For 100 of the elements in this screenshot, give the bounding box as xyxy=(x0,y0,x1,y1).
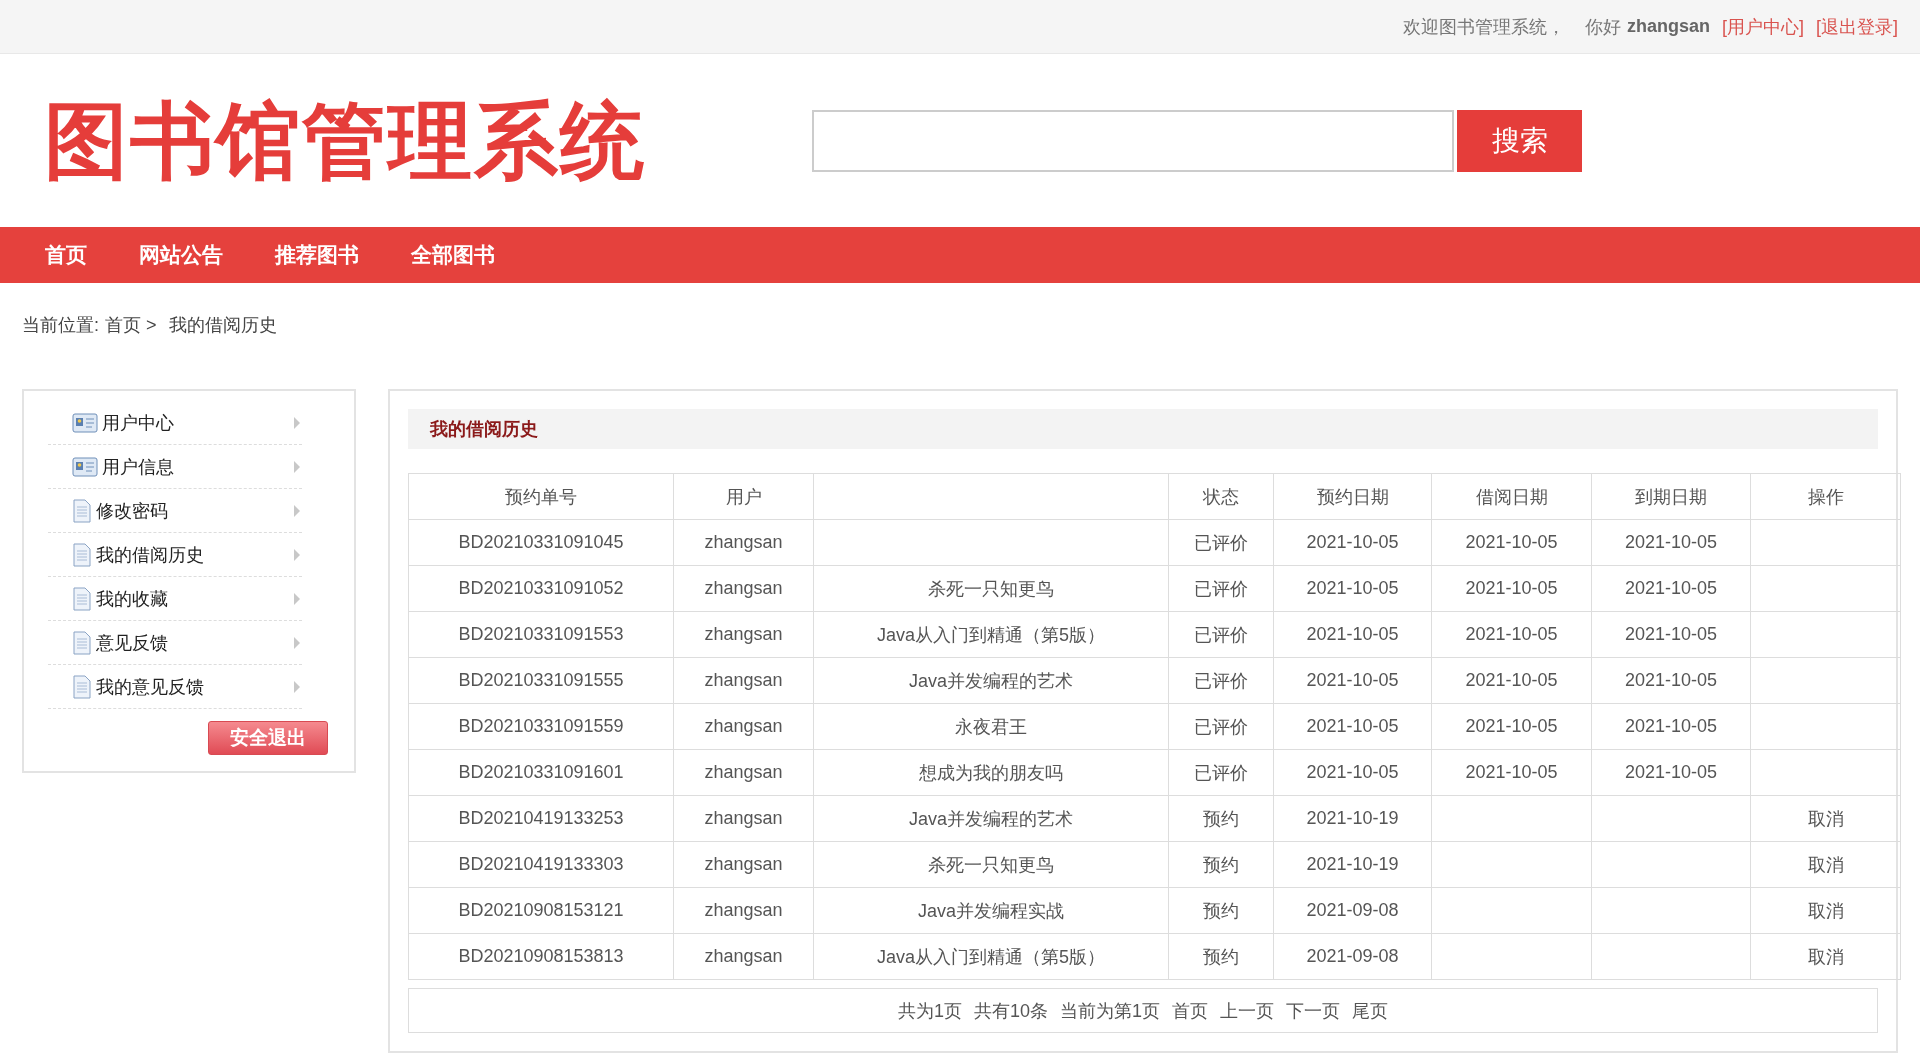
panel-title: 我的借阅历史 xyxy=(408,409,1878,449)
document-icon xyxy=(72,542,92,567)
table-cell: 预约 xyxy=(1168,933,1274,980)
id-card-icon xyxy=(72,412,98,433)
table-cell: 2021-10-05 xyxy=(1431,565,1592,612)
table-cell[interactable]: 取消 xyxy=(1750,933,1901,980)
sidebar-item[interactable]: 我的借阅历史 xyxy=(96,542,292,567)
page-link[interactable]: 上一页 xyxy=(1220,998,1275,1023)
username: zhangsan xyxy=(1626,16,1710,37)
table-cell[interactable]: 取消 xyxy=(1750,841,1901,888)
top-link[interactable]: [退出登录] xyxy=(1816,14,1898,39)
table-cell: zhangsan xyxy=(673,519,814,566)
nav-link[interactable]: 全部图书 xyxy=(411,241,495,269)
page-info: 当前为第1页 xyxy=(1060,999,1161,1023)
table-cell: zhangsan xyxy=(673,795,814,842)
table-cell: 2021-10-19 xyxy=(1273,795,1432,842)
chevron-icon xyxy=(292,459,302,474)
column-header: 到期日期 xyxy=(1591,473,1751,520)
document-icon xyxy=(72,630,92,655)
table-cell: zhangsan xyxy=(673,611,814,658)
table-cell: 2021-10-05 xyxy=(1591,703,1751,750)
table-cell: 预约 xyxy=(1168,841,1274,888)
document-icon xyxy=(72,586,92,611)
table-cell: zhangsan xyxy=(673,657,814,704)
table-cell: 想成为我的朋友吗 xyxy=(813,749,1169,796)
column-header: 借阅日期 xyxy=(1431,473,1592,520)
table-cell: 2021-10-05 xyxy=(1591,611,1751,658)
column-header: 操作 xyxy=(1750,473,1901,520)
chevron-icon xyxy=(292,635,302,650)
document-icon xyxy=(72,674,92,699)
chevron-icon xyxy=(292,503,302,518)
table-cell[interactable]: 取消 xyxy=(1750,795,1901,842)
column-header: 预约日期 xyxy=(1273,473,1432,520)
table-cell: zhangsan xyxy=(673,933,814,980)
chevron-icon xyxy=(292,415,302,430)
table-cell: 2021-10-05 xyxy=(1431,657,1592,704)
table-cell: 2021-09-08 xyxy=(1273,933,1432,980)
table-cell: 2021-10-05 xyxy=(1591,565,1751,612)
table-cell: BD20210419133253 xyxy=(408,795,674,842)
sidebar-item[interactable]: 我的意见反馈 xyxy=(96,674,292,699)
sidebar-item[interactable]: 用户中心 xyxy=(102,410,292,435)
column-header: 用户 xyxy=(673,473,814,520)
table-cell: 2021-10-05 xyxy=(1273,565,1432,612)
welcome-text: 欢迎图书管理系统， xyxy=(1402,15,1565,39)
table-cell[interactable]: 取消 xyxy=(1750,887,1901,934)
table-cell: 2021-10-05 xyxy=(1591,519,1751,566)
table-cell: 杀死一只知更鸟 xyxy=(813,565,1169,612)
page-link[interactable]: 尾页 xyxy=(1352,998,1389,1023)
table-cell: 2021-10-05 xyxy=(1431,703,1592,750)
sidebar-item[interactable]: 用户信息 xyxy=(102,454,292,479)
table-cell: Java从入门到精通（第5版） xyxy=(813,933,1169,980)
table-cell: 2021-10-05 xyxy=(1431,519,1592,566)
page-info: 共为1页 xyxy=(897,999,962,1023)
search-button[interactable]: 搜索 xyxy=(1457,109,1582,172)
table-cell: BD20210331091559 xyxy=(408,703,674,750)
breadcrumb-current: 我的借阅历史 xyxy=(168,314,277,337)
table-cell: 预约 xyxy=(1168,795,1274,842)
table-cell: zhangsan xyxy=(673,749,814,796)
table-cell: BD20210331091601 xyxy=(408,749,674,796)
table-cell: Java并发编程的艺术 xyxy=(813,795,1169,842)
table-cell: 2021-10-05 xyxy=(1273,611,1432,658)
page-link[interactable]: 首页 xyxy=(1172,998,1209,1023)
table-cell: 已评价 xyxy=(1168,703,1274,750)
table-cell: zhangsan xyxy=(673,565,814,612)
page-link[interactable]: 下一页 xyxy=(1286,998,1341,1023)
table-cell: 已评价 xyxy=(1168,749,1274,796)
breadcrumb-label: 当前位置: xyxy=(22,314,99,337)
logo: 图书馆管理系统 xyxy=(44,98,647,183)
nav-link[interactable]: 推荐图书 xyxy=(275,241,359,269)
table-cell: 2021-10-05 xyxy=(1273,749,1432,796)
table-cell: BD20210419133303 xyxy=(408,841,674,888)
table-cell: 已评价 xyxy=(1168,657,1274,704)
table-cell: 2021-10-05 xyxy=(1591,749,1751,796)
table-cell: 预约 xyxy=(1168,887,1274,934)
table-cell: zhangsan xyxy=(673,887,814,934)
column-header: 预约单号 xyxy=(408,473,674,520)
nav-link[interactable]: 网站公告 xyxy=(139,241,223,269)
table-cell: Java并发编程实战 xyxy=(813,887,1169,934)
table-cell: 2021-10-05 xyxy=(1431,749,1592,796)
table-cell: zhangsan xyxy=(673,841,814,888)
table-cell: 杀死一只知更鸟 xyxy=(813,841,1169,888)
table-cell: 已评价 xyxy=(1168,519,1274,566)
table-cell: BD20210331091045 xyxy=(408,519,674,566)
sidebar-item[interactable]: 修改密码 xyxy=(96,498,292,523)
table-cell: 已评价 xyxy=(1168,611,1274,658)
nav-link[interactable]: 首页 xyxy=(45,241,87,269)
table-cell: BD20210908153813 xyxy=(408,933,674,980)
document-icon xyxy=(72,498,92,523)
sidebar-item[interactable]: 意见反馈 xyxy=(96,630,292,655)
table-cell: Java并发编程的艺术 xyxy=(813,657,1169,704)
top-link[interactable]: [用户中心] xyxy=(1721,14,1804,39)
sidebar-item[interactable]: 我的收藏 xyxy=(96,586,292,611)
page-info: 共有10条 xyxy=(974,999,1048,1023)
chevron-icon xyxy=(292,547,302,562)
table-cell: BD20210331091052 xyxy=(408,565,674,612)
breadcrumb-link[interactable]: 首页 > xyxy=(105,313,157,337)
search-field[interactable] xyxy=(812,109,1454,172)
table-cell: Java从入门到精通（第5版） xyxy=(813,611,1169,658)
table-cell: 2021-10-05 xyxy=(1273,519,1432,566)
chevron-icon xyxy=(292,591,302,606)
